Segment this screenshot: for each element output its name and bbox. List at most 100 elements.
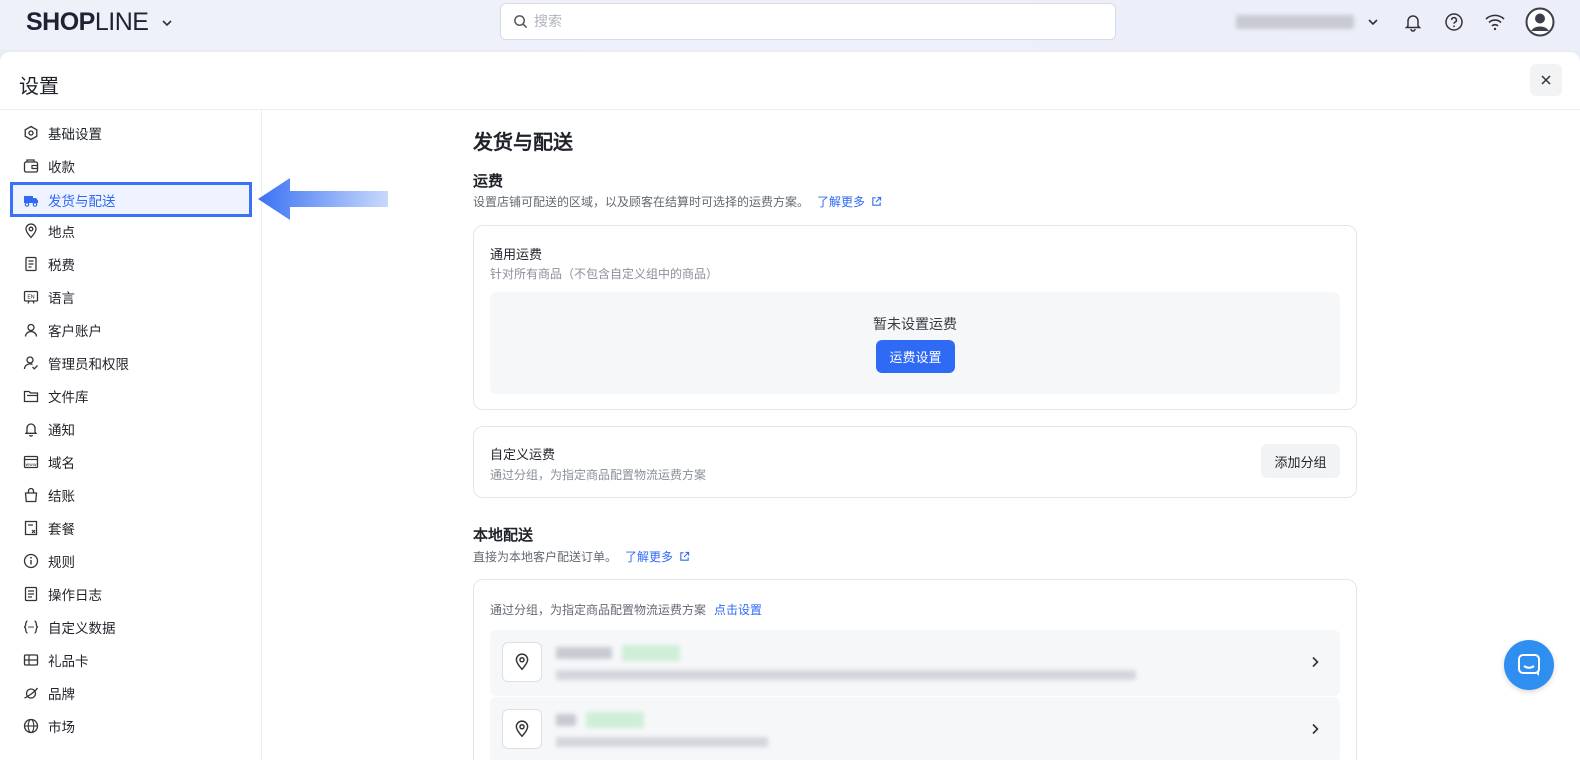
location-status-redacted — [622, 645, 680, 661]
empty-state-text: 暂未设置运费 — [873, 317, 957, 333]
learn-more-link[interactable]: 了解更多 — [625, 548, 690, 565]
local-delivery-description-text: 直接为本地客户配送订单。 — [473, 550, 618, 564]
sidebar-item-label: 规则 — [48, 555, 75, 571]
sidebar-item-domains[interactable]: www 域名 — [10, 447, 252, 477]
svg-text:www: www — [25, 463, 37, 468]
sidebar-item-label: 操作日志 — [48, 588, 102, 604]
user-icon — [24, 323, 38, 337]
store-switcher[interactable] — [1236, 12, 1380, 32]
gift-card-icon — [23, 654, 39, 666]
sidebar-item-file-library[interactable]: 文件库 — [10, 381, 252, 411]
sidebar-item-label: 域名 — [48, 456, 75, 472]
sidebar-item-label: 通知 — [48, 423, 75, 439]
brand-icon — [24, 687, 39, 699]
sidebar-item-plans[interactable]: 套餐 — [10, 513, 252, 543]
bell-icon[interactable] — [1401, 10, 1425, 34]
sidebar-item-taxes[interactable]: 税费 — [10, 249, 252, 279]
page-heading: 发货与配送 — [473, 130, 573, 154]
shipping-fee-description-text: 设置店铺可配送的区域，以及顾客在结算时可选择的运费方案。 — [473, 195, 810, 209]
shopping-bag-icon — [24, 487, 38, 503]
log-icon — [24, 586, 38, 602]
empty-state: 暂未设置运费 运费设置 — [490, 292, 1340, 394]
location-address-redacted — [556, 737, 768, 747]
learn-more-label: 了解更多 — [817, 195, 866, 209]
sidebar-item-customer-accounts[interactable]: 客户账户 — [10, 315, 252, 345]
learn-more-link[interactable]: 了解更多 — [817, 193, 882, 210]
sidebar-item-label: 市场 — [48, 720, 75, 736]
location-name-redacted — [556, 714, 576, 726]
sidebar-item-label: 收款 — [48, 160, 75, 176]
local-delivery-card-description: 通过分组，为指定商品配置物流运费方案 — [490, 603, 707, 617]
sidebar-item-basic-settings[interactable]: 基础设置 — [10, 118, 252, 148]
location-row[interactable] — [490, 630, 1340, 696]
sidebar-item-languages[interactable]: EN 语言 — [10, 282, 252, 312]
sidebar-item-checkout[interactable]: 结账 — [10, 480, 252, 510]
local-delivery-description: 直接为本地客户配送订单。 了解更多 — [473, 548, 690, 565]
general-shipping-card: 通用运费 针对所有商品（不包含自定义组中的商品） 暂未设置运费 运费设置 — [473, 225, 1357, 410]
sidebar-item-admins-permissions[interactable]: 管理员和权限 — [10, 348, 252, 378]
sidebar-item-notifications[interactable]: 通知 — [10, 414, 252, 444]
sidebar-item-label: 品牌 — [48, 687, 75, 703]
sidebar-item-label: 地点 — [48, 225, 75, 241]
sidebar-item-label: 管理员和权限 — [48, 357, 129, 373]
sidebar-item-shipping-delivery[interactable]: 发货与配送 — [10, 182, 252, 217]
sidebar-item-label: 礼品卡 — [48, 654, 89, 670]
chat-support-button[interactable] — [1504, 640, 1554, 690]
sidebar-item-custom-data[interactable]: 自定义数据 — [10, 612, 252, 642]
sidebar-item-label: 文件库 — [48, 390, 89, 406]
domain-icon: www — [23, 455, 39, 469]
local-delivery-heading: 本地配送 — [473, 526, 534, 544]
location-row[interactable] — [490, 697, 1340, 760]
search-bar[interactable] — [500, 3, 1116, 40]
top-bar: SHOP LINE — [0, 0, 1580, 50]
folder-icon — [23, 390, 39, 403]
local-delivery-card: 通过分组，为指定商品配置物流运费方案 点击设置 — [473, 579, 1357, 760]
sidebar-item-label: 税费 — [48, 258, 75, 274]
sidebar-item-label: 语言 — [48, 291, 75, 307]
bell-icon — [24, 423, 38, 437]
sidebar-item-label: 结账 — [48, 489, 75, 505]
sidebar-item-label: 发货与配送 — [48, 193, 116, 210]
custom-data-icon — [23, 620, 39, 634]
sidebar-item-markets[interactable]: 市场 — [10, 711, 252, 741]
sidebar-item-gift-cards[interactable]: 礼品卡 — [10, 645, 252, 675]
click-to-set-link[interactable]: 点击设置 — [714, 601, 762, 618]
location-pin-icon — [502, 709, 542, 749]
shipping-settings-button[interactable]: 运费设置 — [876, 340, 955, 373]
truck-icon — [24, 195, 38, 207]
custom-shipping-title: 自定义运费 — [490, 448, 556, 463]
logo-text-light: LINE — [94, 8, 149, 36]
wifi-icon[interactable] — [1483, 10, 1507, 34]
plan-icon — [24, 520, 38, 536]
help-icon[interactable] — [1442, 10, 1466, 34]
sidebar-item-label: 基础设置 — [48, 127, 102, 143]
sidebar-item-locations[interactable]: 地点 — [10, 216, 252, 246]
close-button[interactable] — [1530, 64, 1562, 96]
info-icon — [23, 553, 39, 569]
search-icon — [514, 15, 528, 29]
logo-text-bold: SHOP — [26, 8, 95, 36]
location-address-redacted — [556, 670, 1136, 680]
tax-receipt-icon — [25, 256, 37, 272]
chevron-right-icon — [1312, 656, 1319, 668]
sidebar-item-payments[interactable]: 收款 — [10, 151, 252, 181]
chevron-down-icon[interactable] — [160, 16, 174, 30]
shopline-logo[interactable]: SHOP LINE — [26, 8, 174, 37]
local-delivery-card-text: 通过分组，为指定商品配置物流运费方案 点击设置 — [490, 601, 762, 618]
learn-more-label: 了解更多 — [625, 550, 674, 564]
shipping-fee-description: 设置店铺可配送的区域，以及顾客在结算时可选择的运费方案。 了解更多 — [473, 193, 882, 210]
sidebar-item-brand[interactable]: 品牌 — [10, 678, 252, 708]
store-name-redacted — [1236, 15, 1354, 29]
sidebar-item-activity-log[interactable]: 操作日志 — [10, 579, 252, 609]
sidebar-item-rules[interactable]: 规则 — [10, 546, 252, 576]
shipping-fee-heading: 运费 — [473, 172, 504, 190]
add-group-button[interactable]: 添加分组 — [1261, 444, 1340, 478]
sidebar-item-label: 客户账户 — [48, 324, 102, 340]
close-icon — [1541, 75, 1551, 85]
avatar[interactable] — [1524, 6, 1556, 38]
location-pin-icon — [502, 642, 542, 682]
search-input[interactable] — [534, 13, 1094, 30]
wallet-icon — [23, 159, 39, 173]
sidebar-item-label: 套餐 — [48, 522, 75, 538]
settings-sidebar: 基础设置 收款 发货与配送 地点 税费 EN 语言 客户账户 管理员和权限 文件… — [0, 110, 262, 760]
